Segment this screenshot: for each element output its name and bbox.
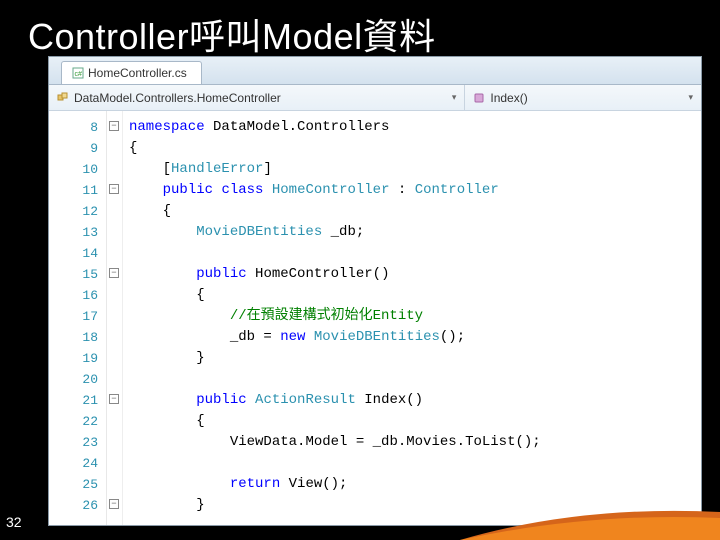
member-label: Index(): [490, 91, 527, 105]
navigation-bar: DataModel.Controllers.HomeController ▾ I…: [49, 85, 701, 111]
class-icon: [57, 92, 69, 104]
chevron-down-icon: ▾: [452, 92, 457, 103]
line-number: 15: [49, 264, 98, 285]
code-editor[interactable]: 891011121314151617181920212223242526 −−−…: [49, 111, 701, 525]
file-tab-label: HomeController.cs: [88, 66, 187, 80]
member-dropdown[interactable]: Index() ▾: [465, 85, 701, 110]
line-number: 21: [49, 390, 98, 411]
line-number: 19: [49, 348, 98, 369]
line-number: 10: [49, 159, 98, 180]
class-path-label: DataModel.Controllers.HomeController: [74, 91, 281, 105]
line-number: 9: [49, 138, 98, 159]
file-tab[interactable]: c# HomeController.cs: [61, 61, 202, 84]
line-number: 17: [49, 306, 98, 327]
chevron-down-icon: ▾: [688, 92, 693, 103]
line-number: 22: [49, 411, 98, 432]
line-number: 18: [49, 327, 98, 348]
line-number: 11: [49, 180, 98, 201]
fold-toggle[interactable]: −: [109, 121, 119, 131]
line-number: 14: [49, 243, 98, 264]
svg-text:c#: c#: [75, 71, 83, 78]
csharp-file-icon: c#: [72, 67, 84, 79]
line-number: 26: [49, 495, 98, 516]
line-number: 12: [49, 201, 98, 222]
ide-window: c# HomeController.cs DataModel.Controlle…: [48, 56, 702, 526]
line-number: 20: [49, 369, 98, 390]
line-number: 23: [49, 432, 98, 453]
line-number: 16: [49, 285, 98, 306]
fold-toggle[interactable]: −: [109, 268, 119, 278]
class-dropdown[interactable]: DataModel.Controllers.HomeController ▾: [49, 85, 465, 110]
line-number: 24: [49, 453, 98, 474]
line-number: 8: [49, 117, 98, 138]
page-number: 32: [6, 514, 22, 530]
code-area[interactable]: namespace DataModel.Controllers { [Handl…: [123, 111, 701, 525]
method-icon: [473, 92, 485, 104]
fold-toggle[interactable]: −: [109, 394, 119, 404]
outline-margin: − − − − −: [107, 111, 123, 525]
line-number: 13: [49, 222, 98, 243]
fold-toggle[interactable]: −: [109, 184, 119, 194]
tab-strip: c# HomeController.cs: [49, 57, 701, 85]
line-number-gutter: 891011121314151617181920212223242526: [49, 111, 107, 525]
fold-toggle[interactable]: −: [109, 499, 119, 509]
line-number: 25: [49, 474, 98, 495]
